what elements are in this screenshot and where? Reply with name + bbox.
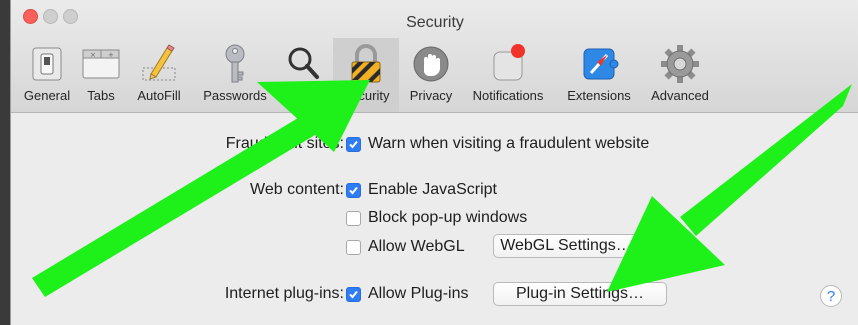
preferences-toolbar: General × + Tabs AutoFill Passwords Secu… (11, 38, 858, 112)
tabs-icon: × + (82, 49, 120, 79)
padlock-icon (351, 44, 381, 83)
tab-privacy[interactable]: Privacy (401, 38, 461, 112)
warn-fraudulent-row[interactable]: Warn when visiting a fraudulent website (346, 135, 649, 153)
autofill-pencil-icon (142, 44, 176, 81)
block-popups-row[interactable]: Block pop-up windows (346, 209, 527, 227)
checkmark-icon (349, 140, 358, 148)
allow-webgl-label: Allow WebGL (368, 238, 465, 255)
tab-notifications[interactable]: Notifications (463, 38, 553, 112)
tab-general[interactable]: General (15, 38, 79, 112)
allow-plugins-row[interactable]: Allow Plug-ins (346, 285, 468, 303)
tab-passwords[interactable]: Passwords (195, 38, 275, 112)
key-icon (225, 44, 245, 83)
hand-icon (413, 46, 449, 82)
enable-javascript-checkbox[interactable] (346, 182, 361, 198)
enable-javascript-label: Enable JavaScript (368, 181, 497, 198)
tab-security[interactable]: Security (333, 38, 399, 112)
svg-text:×: × (90, 51, 96, 59)
general-switch-icon (32, 47, 62, 81)
web-content-label: Web content: (250, 181, 344, 198)
notification-badge-icon (493, 44, 525, 81)
allow-plugins-checkbox[interactable] (346, 286, 361, 302)
warn-fraudulent-label: Warn when visiting a fraudulent website (368, 135, 650, 152)
tab-search[interactable] (277, 38, 331, 112)
checkmark-icon (349, 290, 358, 298)
checkmark-icon (349, 186, 358, 194)
title-bar: Security General × + Tabs AutoFill Passw… (11, 0, 858, 113)
security-settings-pane: Fraudulent sites: Warn when visiting a f… (11, 113, 858, 325)
block-popups-label: Block pop-up windows (368, 209, 528, 226)
window-title: Security (406, 14, 464, 31)
internet-plugins-label: Internet plug-ins: (224, 285, 344, 302)
tab-extensions[interactable]: Extensions (557, 38, 641, 112)
safari-preferences-window: Security General × + Tabs AutoFill Passw… (10, 0, 858, 325)
allow-webgl-row[interactable]: Allow WebGL (346, 238, 465, 256)
allow-plugins-label: Allow Plug-ins (368, 285, 469, 302)
puzzle-compass-icon (583, 48, 619, 80)
plugin-settings-button[interactable]: Plug-in Settings… (493, 282, 667, 306)
block-popups-checkbox[interactable] (346, 210, 361, 226)
gear-icon (661, 45, 699, 83)
fraudulent-sites-label: Fraudulent sites: (225, 135, 344, 152)
allow-webgl-checkbox[interactable] (346, 239, 361, 255)
tab-advanced[interactable]: Advanced (643, 38, 717, 112)
svg-text:+: + (108, 51, 114, 59)
help-button[interactable]: ? (820, 285, 842, 307)
enable-javascript-row[interactable]: Enable JavaScript (346, 181, 497, 199)
warn-fraudulent-checkbox[interactable] (346, 136, 361, 152)
tab-autofill[interactable]: AutoFill (127, 38, 191, 112)
tab-tabs[interactable]: × + Tabs (79, 38, 123, 112)
webgl-settings-button[interactable]: WebGL Settings… (493, 234, 639, 258)
magnifier-icon (288, 47, 319, 79)
